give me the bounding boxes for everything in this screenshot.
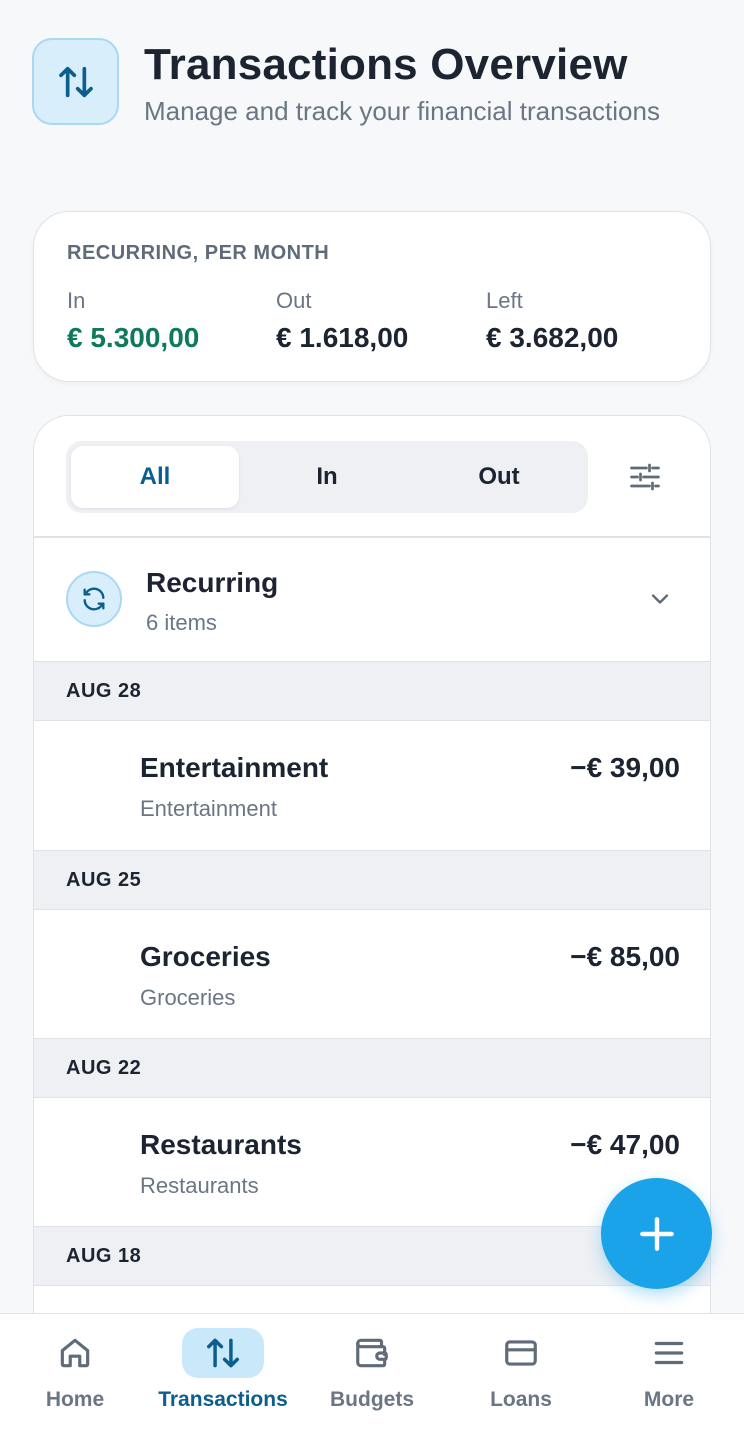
wallet-icon bbox=[331, 1328, 413, 1378]
chevron-down-icon[interactable] bbox=[646, 585, 674, 613]
nav-item-home[interactable]: Home bbox=[5, 1326, 145, 1426]
stat-out-value: € 1.618,00 bbox=[276, 322, 409, 353]
date-header: AUG 28 bbox=[34, 661, 710, 721]
page-header: Transactions Overview Manage and track y… bbox=[32, 38, 722, 128]
nav-label-budgets: Budgets bbox=[330, 1388, 414, 1411]
recurring-group-row[interactable]: Recurring 6 items bbox=[34, 537, 710, 661]
stat-in: In € 5.300,00 bbox=[67, 288, 199, 354]
stat-in-value: € 5.300,00 bbox=[67, 322, 200, 353]
sliders-icon[interactable] bbox=[624, 456, 666, 498]
nav-item-budgets[interactable]: Budgets bbox=[302, 1326, 442, 1426]
stat-left: Left € 3.682,00 bbox=[486, 288, 618, 354]
date-header: AUG 22 bbox=[34, 1038, 710, 1098]
transaction-title: Restaurants bbox=[140, 1129, 302, 1160]
nav-label-loans: Loans bbox=[490, 1388, 552, 1411]
tab-out[interactable]: Out bbox=[415, 446, 583, 508]
summary-label: RECURRING, PER MONTH bbox=[67, 242, 330, 264]
home-icon bbox=[34, 1328, 116, 1378]
transactions-list-card: All In Out Recurring 6 items AUG 28 Ente… bbox=[33, 415, 711, 1448]
nav-label-transactions: Transactions bbox=[158, 1388, 288, 1411]
nav-item-transactions[interactable]: Transactions bbox=[153, 1326, 293, 1426]
stat-in-label: In bbox=[67, 288, 86, 313]
type-filter-segmented: All In Out bbox=[66, 441, 588, 513]
stat-left-label: Left bbox=[486, 288, 523, 313]
plus-icon bbox=[639, 1216, 674, 1251]
nav-label-home: Home bbox=[45, 1388, 105, 1411]
arrows-up-down-icon bbox=[32, 38, 119, 125]
bottom-navigation: Home Transactions Budgets Loans More bbox=[0, 1313, 744, 1448]
transaction-amount: −€ 85,00 bbox=[570, 941, 680, 972]
nav-label-more: More bbox=[643, 1388, 695, 1411]
date-header: AUG 25 bbox=[34, 850, 710, 910]
transaction-category: Restaurants bbox=[140, 1173, 259, 1198]
add-transaction-button[interactable] bbox=[601, 1178, 712, 1289]
tab-all[interactable]: All bbox=[71, 446, 239, 508]
transaction-amount: −€ 47,00 bbox=[570, 1129, 680, 1160]
transaction-category: Entertainment bbox=[140, 796, 277, 821]
transaction-row[interactable]: Groceries Groceries −€ 85,00 bbox=[34, 911, 710, 1039]
transaction-row[interactable]: Entertainment Entertainment −€ 39,00 bbox=[34, 722, 710, 850]
page-title: Transactions Overview bbox=[144, 40, 628, 89]
transaction-amount: −€ 39,00 bbox=[570, 752, 680, 783]
transaction-category: Groceries bbox=[140, 985, 236, 1010]
nav-item-more[interactable]: More bbox=[599, 1326, 739, 1426]
transaction-title: Entertainment bbox=[140, 752, 329, 783]
page-subtitle: Manage and track your financial transact… bbox=[144, 96, 660, 126]
refresh-icon bbox=[66, 571, 122, 627]
credit-card-icon bbox=[480, 1328, 562, 1378]
arrows-up-down-icon bbox=[182, 1328, 264, 1378]
stat-out-label: Out bbox=[276, 288, 312, 313]
stat-out: Out € 1.618,00 bbox=[276, 288, 408, 354]
recurring-count: 6 items bbox=[146, 610, 217, 635]
nav-item-loans[interactable]: Loans bbox=[451, 1326, 591, 1426]
recurring-title: Recurring bbox=[146, 567, 279, 598]
transaction-title: Groceries bbox=[140, 941, 271, 972]
tab-in[interactable]: In bbox=[243, 446, 411, 508]
stat-left-value: € 3.682,00 bbox=[486, 322, 619, 353]
recurring-summary-card: RECURRING, PER MONTH In € 5.300,00 Out €… bbox=[33, 211, 711, 382]
menu-icon bbox=[628, 1328, 710, 1378]
